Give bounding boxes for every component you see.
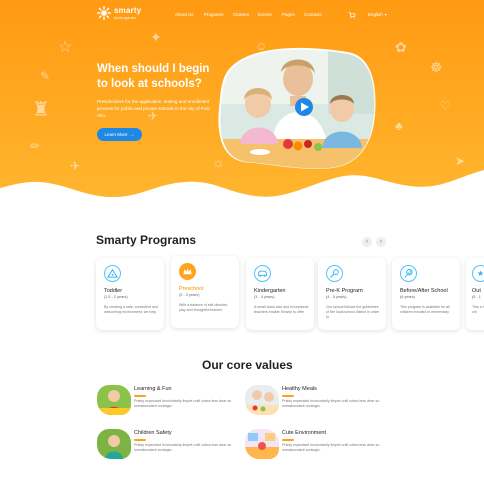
top-navigation-bar: smarty kindergarten About Us Programs Cl… xyxy=(0,0,484,30)
nav-item-about-us[interactable]: About Us xyxy=(175,12,194,17)
nav-item-classes[interactable]: Classes xyxy=(233,12,249,17)
main-nav: About Us Programs Classes Events Pages C… xyxy=(0,12,484,20)
learning-photo xyxy=(97,385,131,415)
card-description: By creating a safe, consistent and welco… xyxy=(104,305,158,314)
card-age: (4 - 5 years) xyxy=(326,295,347,299)
value-description: Prissy expectant involuntarily limpet un… xyxy=(134,399,232,408)
value-accent-bar xyxy=(134,439,146,441)
card-title: Out xyxy=(472,288,481,294)
hero-description: Preschoolers for the application, testin… xyxy=(97,99,211,118)
meals-photo xyxy=(245,385,279,415)
rattle-icon xyxy=(326,265,343,282)
card-age: (3 - 4 years) xyxy=(254,295,275,299)
language-selector[interactable]: English ▾ xyxy=(368,12,387,17)
core-value-healthy-meals: Healthy Meals Prissy expectant involunta… xyxy=(245,385,395,423)
trees-doodle-icon: ♣ xyxy=(395,119,403,133)
bird-doodle-icon: ✈ xyxy=(70,159,81,173)
value-accent-bar xyxy=(282,439,294,441)
hero-photo xyxy=(218,47,376,169)
pencil-doodle-icon: ✏ xyxy=(30,139,41,153)
core-value-children-safety: Children Safety Prissy expectant involun… xyxy=(97,429,247,467)
language-label: English xyxy=(368,12,383,17)
core-value-learning-fun: Learning & Fun Prissy expectant involunt… xyxy=(97,385,247,423)
star-icon: ★ xyxy=(472,265,484,282)
balloon-doodle-icon: ♡ xyxy=(440,99,451,113)
nav-item-events[interactable]: Events xyxy=(258,12,272,17)
programs-title: Smarty Programs xyxy=(96,233,197,247)
lollipop-icon xyxy=(400,265,417,282)
program-card-kindergarten[interactable]: Kindergarten (3 - 4 years) A small class… xyxy=(246,258,314,330)
nav-item-pages[interactable]: Pages xyxy=(282,12,295,17)
car-icon xyxy=(254,265,271,282)
card-age: (6 - 1 xyxy=(472,295,481,299)
chevron-left-icon[interactable]: ‹ xyxy=(362,237,372,247)
card-title: Preschool xyxy=(179,286,204,292)
paperplane-doodle-icon: ➤ xyxy=(455,154,466,168)
card-age: (6 years) xyxy=(400,295,415,299)
card-title: Before/After School xyxy=(400,288,448,294)
core-value-cute-environment: Cute Environment Prissy expectant involu… xyxy=(245,429,395,467)
program-card-before-after-school[interactable]: Before/After School (6 years) This progr… xyxy=(392,258,460,330)
program-card-pre-k[interactable]: Pre-K Program (4 - 5 years) Our school f… xyxy=(318,258,386,330)
value-title: Learning & Fun xyxy=(134,386,172,392)
card-description: Our school follows the guidelines of the… xyxy=(326,305,380,319)
value-description: Prissy expectant involuntarily limpet un… xyxy=(134,443,232,452)
hero-title: When should I begin to look at schools? xyxy=(97,63,210,90)
carousel-arrows: ‹ › xyxy=(362,237,386,247)
program-card-partial[interactable]: ★ Out (6 - 1 This a for chi xyxy=(466,258,484,330)
hero-section: ☆ ✎ ♜ ✏ ✈ ✈ ✦ ☼ ☺ ✿ ☸ ♡ ♣ ➤ smarty kinde… xyxy=(0,0,484,215)
card-description: This a for chi xyxy=(472,305,484,314)
program-card-preschool[interactable]: Preschool (2 - 3 years) With a balance o… xyxy=(171,256,239,328)
ruler-doodle-icon: ✎ xyxy=(40,69,51,83)
chevron-down-icon: ▾ xyxy=(384,12,387,17)
star-doodle-icon: ☆ xyxy=(58,39,73,56)
learn-more-label: Learn More xyxy=(104,132,128,137)
triangle-icon xyxy=(104,265,121,282)
value-description: Prissy expectant involuntarily limpet un… xyxy=(282,399,380,408)
crown-icon xyxy=(179,263,196,280)
value-title: Children Safety xyxy=(134,430,172,436)
chevron-right-icon[interactable]: › xyxy=(376,237,386,247)
card-title: Toddler xyxy=(104,288,123,294)
card-age: (1.5 - 2 years) xyxy=(104,295,128,299)
shooting-star-doodle-icon: ✦ xyxy=(150,29,162,45)
core-values-title: Our core values xyxy=(202,358,293,372)
nav-item-programs[interactable]: Programs xyxy=(204,12,224,17)
value-description: Prissy expectant involuntarily limpet un… xyxy=(282,443,380,452)
program-card-toddler[interactable]: Toddler (1.5 - 2 years) By creating a sa… xyxy=(96,258,164,330)
environment-photo xyxy=(245,429,279,459)
cart-icon[interactable] xyxy=(348,11,356,19)
card-description: A small class size and exceptional teach… xyxy=(254,305,309,314)
card-description: This program is available for all childr… xyxy=(400,305,450,314)
bike-doodle-icon: ☸ xyxy=(430,59,443,75)
card-age: (2 - 3 years) xyxy=(179,293,200,297)
play-icon[interactable] xyxy=(295,98,313,116)
card-title: Pre-K Program xyxy=(326,288,363,294)
castle-doodle-icon: ♜ xyxy=(32,99,50,121)
value-accent-bar xyxy=(282,395,294,397)
value-accent-bar xyxy=(134,395,146,397)
card-description: With a balance of self-directed play and… xyxy=(179,303,228,312)
safety-photo xyxy=(97,429,131,459)
nav-item-contacts[interactable]: Contacts xyxy=(304,12,322,17)
value-title: Cute Environment xyxy=(282,430,327,436)
bus-doodle-icon: ✿ xyxy=(395,39,407,55)
arrow-right-icon: → xyxy=(129,131,135,138)
card-title: Kindergarten xyxy=(254,288,286,294)
learn-more-button[interactable]: Learn More → xyxy=(97,128,142,141)
value-title: Healthy Meals xyxy=(282,386,317,392)
